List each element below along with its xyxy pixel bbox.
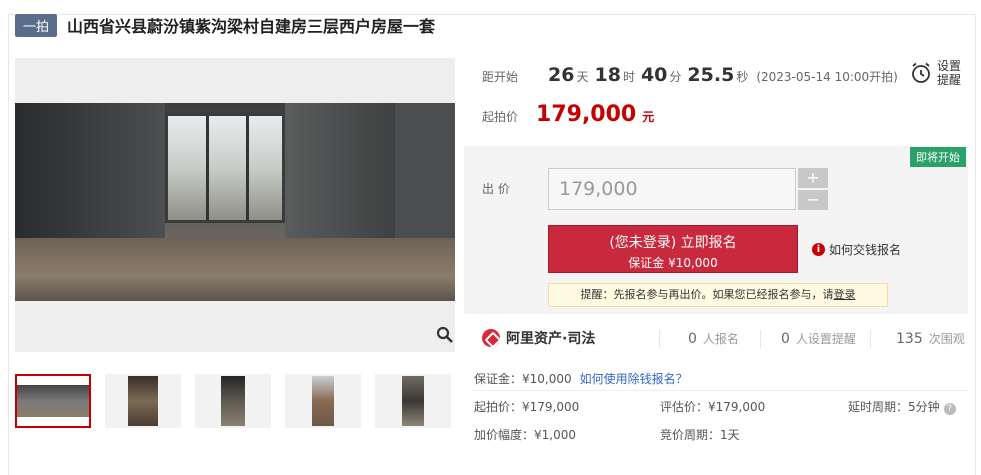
thumbnail-5[interactable] xyxy=(375,374,451,428)
countdown-days-unit: 天 xyxy=(576,70,589,84)
start-date: (2023-05-14 10:00开拍) xyxy=(756,70,898,84)
signup-count-number: 0 xyxy=(688,331,697,347)
ali-assets-logo-icon xyxy=(482,329,500,347)
how-to-pay-link[interactable]: i 如何交钱报名 xyxy=(812,241,901,258)
increment-info: 加价幅度：¥1,000 xyxy=(474,428,576,442)
countdown-hours: 18 xyxy=(594,64,621,86)
thumbnail-strip xyxy=(15,374,465,428)
stats-bar: 阿里资产·司法 0 人报名 0 人设置提醒 135 次围观 xyxy=(464,316,968,360)
signup-count: 0 人报名 xyxy=(688,330,739,347)
signup-button[interactable]: (您未登录) 立即报名 保证金 ¥10,000 xyxy=(548,225,798,273)
reminder-line1: 设置 xyxy=(937,59,962,73)
login-link[interactable]: 登录 xyxy=(834,288,856,301)
start-price-info: 起拍价：¥179,000 xyxy=(474,400,580,414)
countdown-hours-unit: 时 xyxy=(622,70,635,84)
divider xyxy=(760,330,761,348)
decrease-bid-button[interactable]: − xyxy=(798,190,828,210)
property-photo xyxy=(15,103,455,301)
countdown-label: 距开始 xyxy=(482,70,519,84)
delay-period-info: 延时周期：5分钟? xyxy=(848,398,956,415)
divider xyxy=(659,330,660,348)
brand-label: 阿里资产·司法 xyxy=(506,331,596,347)
deposit-text: 保证金：¥10,000 xyxy=(474,372,572,386)
bid-box: 即将开始 出 价 179,000 + − (您未登录) 立即报名 保证金 ¥10… xyxy=(464,146,968,314)
countdown-minutes: 40 xyxy=(640,64,668,86)
reminder-count: 0 人设置提醒 xyxy=(781,330,856,347)
deposit-help-link[interactable]: 如何使用除钱报名？ xyxy=(580,372,688,386)
bid-input[interactable]: 179,000 xyxy=(548,168,796,210)
divider xyxy=(472,390,968,391)
status-badge: 即将开始 xyxy=(910,147,966,167)
start-price-unit: 元 xyxy=(642,110,655,124)
divider xyxy=(870,330,871,348)
reminder-count-label: 人设置提醒 xyxy=(795,332,856,346)
assessed-price-info: 评估价：¥179,000 xyxy=(660,400,766,414)
help-icon[interactable]: ? xyxy=(943,403,956,415)
start-price-label: 起拍价 xyxy=(482,110,519,124)
countdown-seconds-unit: 秒 xyxy=(736,70,749,84)
main-photo-viewer[interactable] xyxy=(15,58,455,352)
title-row: 一拍 山西省兴县蔚汾镇紫沟梁村自建房三层西户房屋一套 xyxy=(15,13,436,37)
bid-stepper: + − xyxy=(798,168,828,212)
countdown-minutes-unit: 分 xyxy=(669,70,682,84)
login-tip: 提醒：先报名参与再出价。如果您已经报名参与，请登录 xyxy=(548,283,888,307)
tip-text: 提醒：先报名参与再出价。如果您已经报名参与，请 xyxy=(580,288,834,301)
bid-label: 出 价 xyxy=(482,182,510,196)
delay-period-text: 延时周期：5分钟 xyxy=(848,400,940,414)
zoom-icon[interactable] xyxy=(436,326,454,344)
countdown: 距开始 26 天 18 时 40 分 25.5 秒 (2023-05-14 10… xyxy=(482,64,898,86)
thumbnail-3[interactable] xyxy=(195,374,271,428)
deposit-row: 保证金：¥10,000 如何使用除钱报名？ xyxy=(474,370,688,387)
countdown-seconds: 25.5 xyxy=(687,64,735,86)
reminder-line2: 提醒 xyxy=(937,73,962,87)
brand: 阿里资产·司法 xyxy=(482,328,595,348)
how-to-pay-label: 如何交钱报名 xyxy=(829,243,902,257)
page-title: 山西省兴县蔚汾镇紫沟梁村自建房三层西户房屋一套 xyxy=(67,17,436,36)
bid-cycle-info: 竞价周期：1天 xyxy=(660,428,740,442)
view-count-number: 135 xyxy=(896,331,923,347)
signup-count-label: 人报名 xyxy=(702,332,739,346)
view-count: 135 次围观 xyxy=(896,330,965,347)
view-count-label: 次围观 xyxy=(928,332,965,346)
info-icon: i xyxy=(812,243,825,256)
signup-button-label: (您未登录) 立即报名 xyxy=(609,235,737,251)
start-price-row: 起拍价 179,000 元 xyxy=(482,102,654,127)
start-price-value: 179,000 xyxy=(536,102,637,127)
thumbnail-2[interactable] xyxy=(105,374,181,428)
increase-bid-button[interactable]: + xyxy=(798,168,828,188)
countdown-days: 26 xyxy=(548,64,575,86)
auction-round-tag: 一拍 xyxy=(15,13,58,37)
signup-deposit: 保证金 ¥10,000 xyxy=(628,256,718,270)
set-reminder-button[interactable]: 设置 提醒 xyxy=(909,59,961,87)
alarm-clock-icon xyxy=(912,62,930,83)
reminder-count-number: 0 xyxy=(781,331,790,347)
thumbnail-4[interactable] xyxy=(285,374,361,428)
thumbnail-1[interactable] xyxy=(15,374,91,428)
